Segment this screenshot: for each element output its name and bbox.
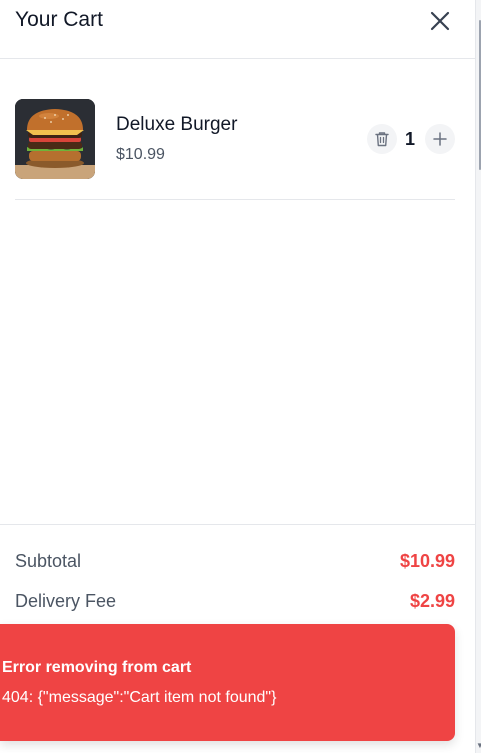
product-image	[15, 99, 95, 179]
item-quantity: 1	[404, 129, 415, 149]
delivery-fee-value: $2.99	[409, 591, 455, 611]
delivery-fee-label: Delivery Fee	[15, 591, 117, 611]
close-icon	[430, 11, 450, 31]
scroll-down-icon[interactable]: ▼	[476, 741, 481, 750]
trash-icon	[375, 132, 389, 147]
subtotal-value: $10.99	[399, 551, 455, 571]
cart-header: Your Cart	[0, 0, 475, 59]
delivery-fee-row: Delivery Fee $2.99	[15, 591, 455, 615]
error-toast[interactable]: Error removing from cart 404: {"message"…	[0, 624, 455, 741]
remove-item-button[interactable]	[367, 124, 397, 154]
toast-title: Error removing from cart	[2, 659, 192, 676]
cart-item: Deluxe Burger $10.99 1	[15, 99, 455, 200]
cart-title: Your Cart	[15, 8, 103, 31]
subtotal-row: Subtotal $10.99	[15, 551, 455, 575]
increase-quantity-button[interactable]	[425, 124, 455, 154]
item-price: $10.99	[116, 146, 165, 163]
burger-photo	[15, 99, 95, 179]
subtotal-label: Subtotal	[15, 551, 82, 571]
close-button[interactable]	[427, 8, 453, 34]
item-name: Deluxe Burger	[116, 114, 238, 135]
toast-message: 404: {"message":"Cart item not found"}	[2, 689, 277, 706]
plus-icon	[433, 132, 447, 146]
